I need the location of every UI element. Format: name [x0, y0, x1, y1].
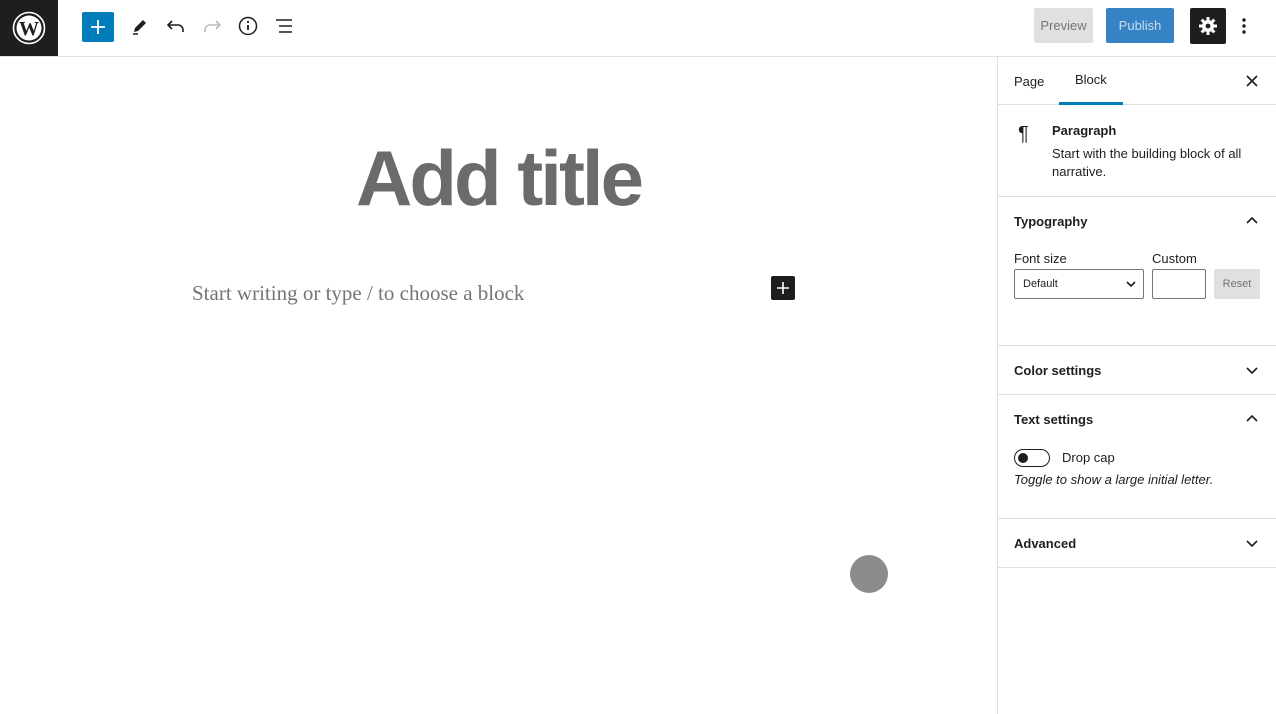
reset-button[interactable]: Reset	[1214, 269, 1260, 299]
drop-cap-label: Drop cap	[1062, 450, 1115, 465]
details-button[interactable]	[230, 10, 266, 42]
tools-button[interactable]	[122, 10, 158, 42]
font-size-select[interactable]: Default	[1014, 269, 1144, 299]
undo-button[interactable]	[158, 10, 194, 42]
color-settings-panel: Color settings	[998, 346, 1276, 395]
wordpress-icon: W	[12, 11, 46, 45]
list-view-button[interactable]	[266, 10, 302, 42]
drop-cap-help: Toggle to show a large initial letter.	[1014, 472, 1214, 487]
text-settings-panel-toggle[interactable]: Text settings	[998, 395, 1276, 443]
svg-text:W: W	[19, 18, 39, 40]
advanced-panel-toggle[interactable]: Advanced	[998, 519, 1276, 567]
drop-cap-toggle[interactable]	[1014, 449, 1050, 467]
typography-panel-toggle[interactable]: Typography	[998, 197, 1276, 245]
editor-canvas: Add title Start writing or type / to cho…	[0, 57, 997, 714]
block-card: ¶ Paragraph Start with the building bloc…	[998, 105, 1276, 197]
mouse-cursor-indicator	[850, 555, 888, 593]
panel-title: Color settings	[1014, 362, 1102, 378]
more-options-button[interactable]	[1230, 8, 1258, 44]
custom-size-input[interactable]	[1152, 269, 1206, 299]
settings-button[interactable]	[1190, 8, 1226, 44]
block-inserter-button[interactable]	[771, 276, 795, 300]
chevron-up-icon	[1246, 216, 1258, 224]
typography-panel: Typography Font size Custom Default Rese…	[998, 197, 1276, 346]
custom-size-label: Custom	[1152, 251, 1197, 266]
add-block-button[interactable]	[82, 12, 114, 42]
chevron-down-icon	[1246, 367, 1258, 375]
block-name: Paragraph	[1052, 123, 1117, 138]
chevron-down-icon	[1126, 281, 1136, 288]
block-description: Start with the building block of all nar…	[1052, 146, 1242, 179]
settings-sidebar: Page Block ¶ Paragraph Start with the bu…	[997, 57, 1276, 714]
paragraph-block[interactable]: Start writing or type / to choose a bloc…	[192, 281, 524, 306]
toggle-knob	[1018, 453, 1028, 463]
pencil-icon	[133, 20, 146, 35]
panel-title: Text settings	[1014, 411, 1094, 427]
advanced-panel: Advanced	[998, 519, 1276, 568]
panel-title: Typography	[1014, 213, 1088, 229]
info-icon	[238, 16, 258, 36]
undo-icon	[166, 20, 184, 32]
more-vertical-icon	[1242, 18, 1246, 34]
tab-block[interactable]: Block	[1059, 57, 1123, 105]
close-sidebar-button[interactable]	[1242, 71, 1262, 91]
plus-icon	[91, 20, 105, 34]
color-settings-panel-toggle[interactable]: Color settings	[998, 346, 1276, 394]
gear-icon	[1199, 17, 1217, 35]
sidebar-tabs: Page Block	[998, 57, 1276, 105]
chevron-up-icon	[1246, 414, 1258, 422]
publish-button[interactable]: Publish	[1106, 8, 1174, 43]
redo-icon	[204, 20, 222, 32]
panel-title: Advanced	[1014, 535, 1077, 551]
text-settings-panel: Text settings Drop cap Toggle to show a …	[998, 395, 1276, 519]
chevron-down-icon	[1246, 540, 1258, 548]
font-size-label: Font size	[1014, 251, 1067, 266]
list-view-icon	[276, 19, 292, 33]
paragraph-icon: ¶	[1018, 123, 1029, 145]
font-size-value: Default	[1023, 278, 1058, 290]
close-icon	[1246, 75, 1258, 87]
plus-icon	[777, 282, 789, 294]
post-title-input[interactable]: Add title	[0, 133, 997, 224]
redo-button[interactable]	[194, 10, 230, 42]
wordpress-logo-button[interactable]: W	[0, 0, 58, 56]
tab-page[interactable]: Page	[998, 57, 1060, 105]
editor-toolbar: W Preview Publish	[0, 0, 1276, 57]
preview-button[interactable]: Preview	[1034, 8, 1093, 43]
